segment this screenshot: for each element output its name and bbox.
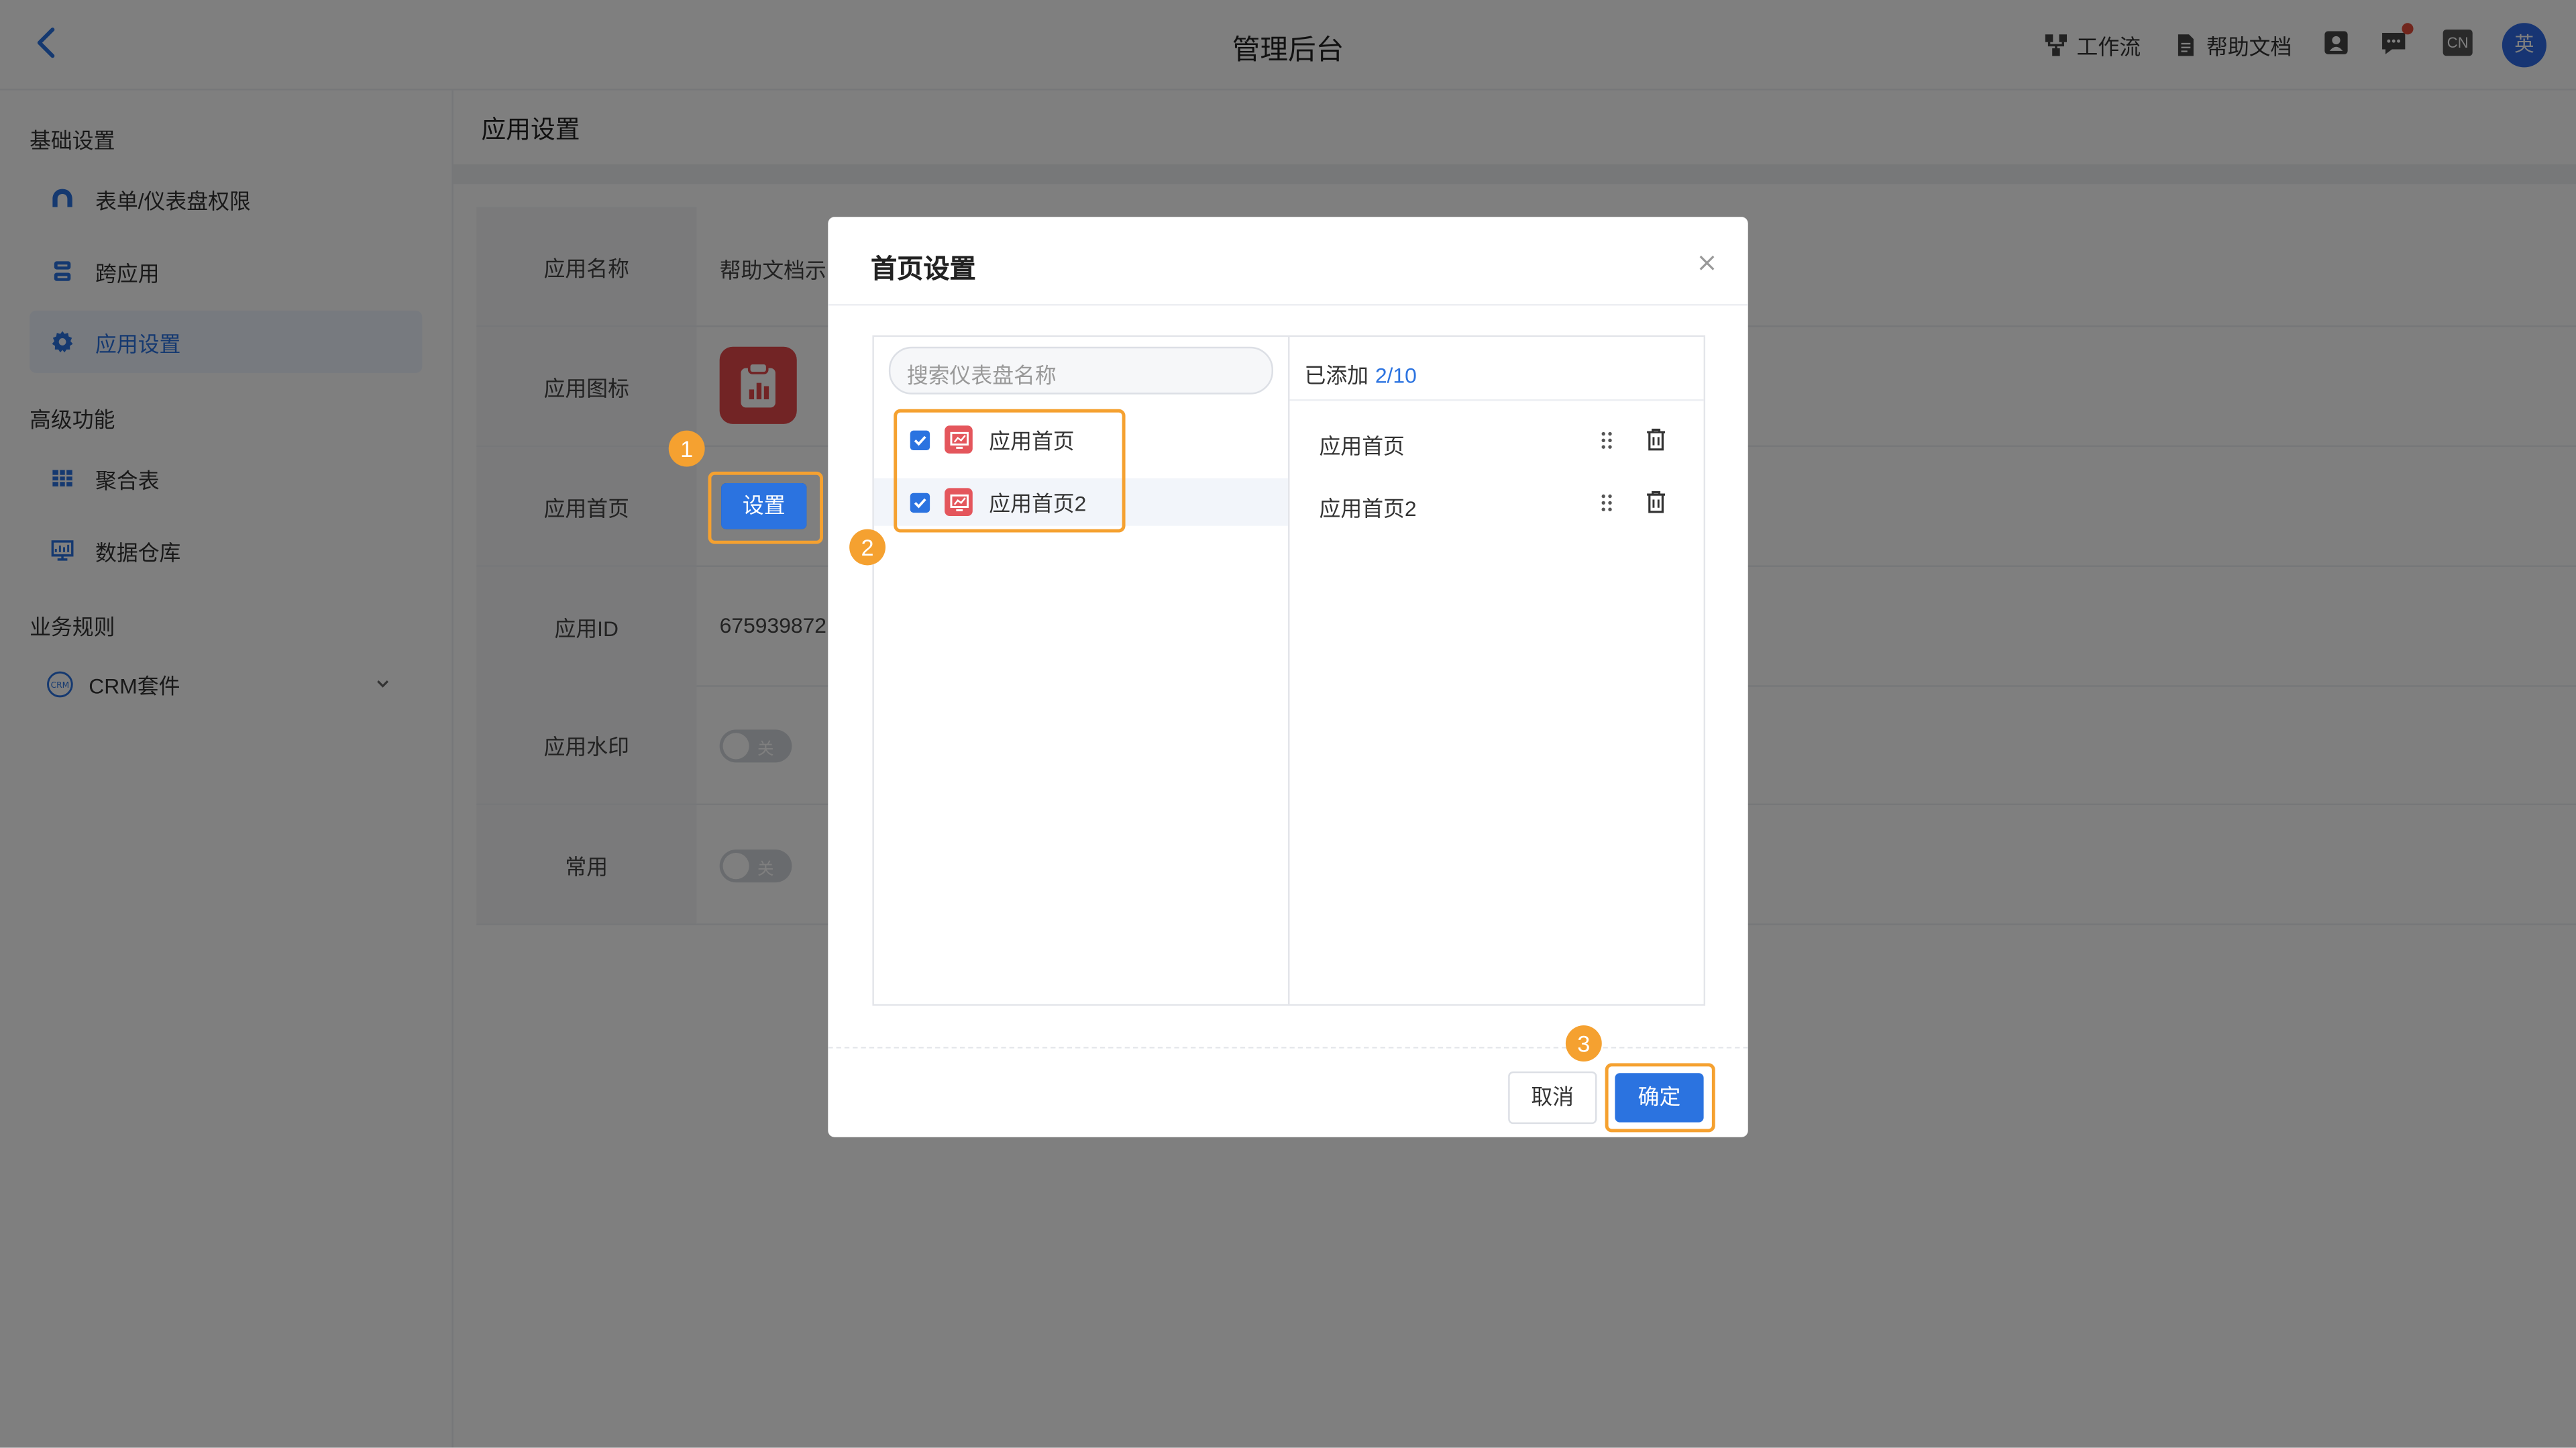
search-input[interactable]: 搜索仪表盘名称 [888, 346, 1273, 395]
step-badge-1: 1 [668, 430, 705, 467]
added-item-label: 应用首页 [1319, 433, 1405, 459]
added-item-label: 应用首页2 [1319, 496, 1417, 521]
added-item: 应用首页 [1289, 417, 1703, 464]
step-badge-3: 3 [1565, 1025, 1602, 1062]
cancel-button[interactable]: 取消 [1508, 1071, 1597, 1125]
homepage-settings-button-highlighted[interactable]: 设置 [721, 483, 807, 529]
added-list-panel: 已添加 2/10 应用首页 应用首页2 [1288, 335, 1706, 1006]
added-label: 已添加 [1304, 363, 1369, 388]
highlight-box-selection [894, 409, 1126, 533]
highlight-box-confirm [1605, 1063, 1715, 1133]
added-header: 已添加 2/10 [1305, 358, 1417, 390]
dashboard-list-panel: 搜索仪表盘名称 应用首页 应用首页2 [872, 335, 1290, 1006]
step-badge-2: 2 [849, 529, 886, 566]
added-count: 2/10 [1375, 363, 1417, 388]
trash-icon[interactable] [1644, 427, 1667, 452]
added-item: 应用首页2 [1289, 480, 1703, 526]
drag-handle-icon[interactable] [1597, 491, 1616, 514]
drag-handle-icon[interactable] [1597, 429, 1616, 452]
added-header-divider [1289, 399, 1704, 401]
trash-icon[interactable] [1644, 490, 1667, 515]
dialog-title: 首页设置 [870, 256, 976, 285]
dialog-footer-divider [828, 1047, 1748, 1049]
close-icon[interactable] [1695, 252, 1718, 274]
homepage-settings-dialog: 首页设置 搜索仪表盘名称 应用首页 应用首页2 已添加 2/10 应用首页 应用… [828, 217, 1748, 1137]
dialog-header-divider [828, 304, 1748, 306]
search-placeholder: 搜索仪表盘名称 [906, 363, 1057, 388]
